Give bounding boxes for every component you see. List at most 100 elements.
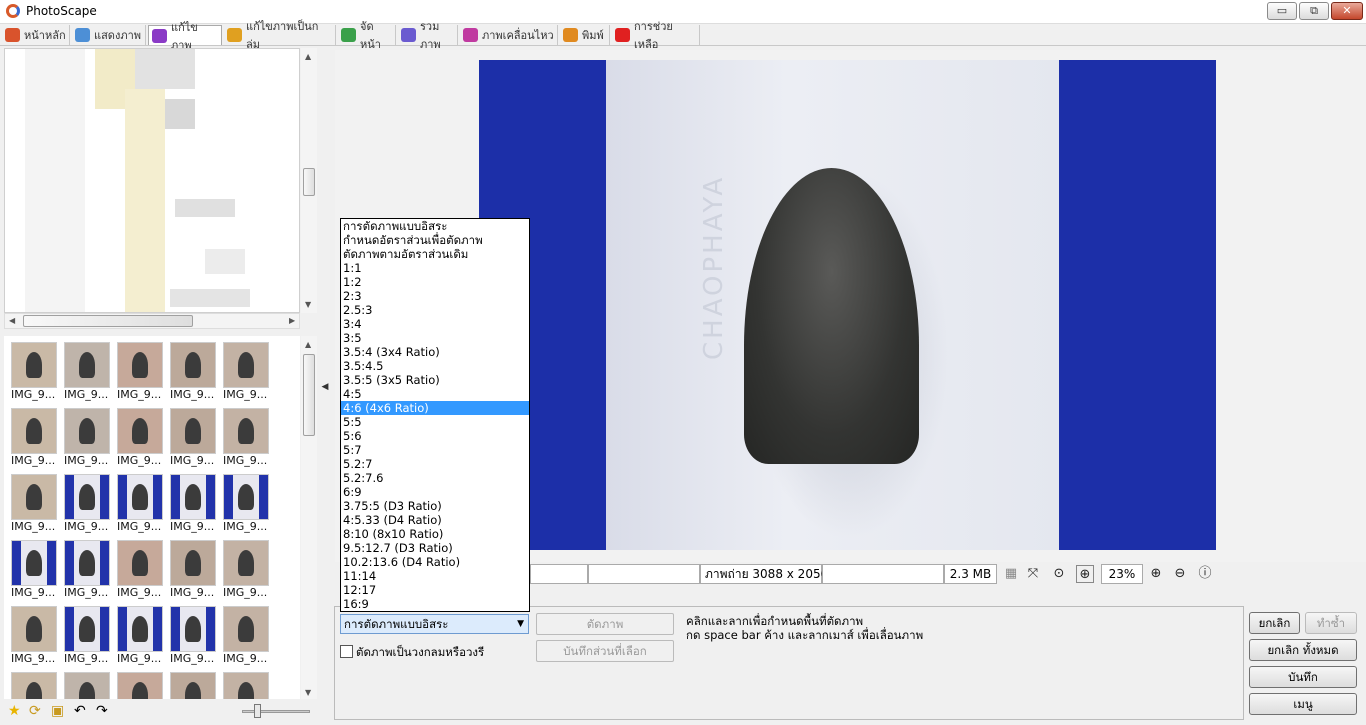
save-button[interactable]: บันทึก [1249,666,1357,688]
cancel-button[interactable]: ยกเลิก [1249,612,1300,634]
crop-option[interactable]: 4:5.33 (D4 Ratio) [341,513,529,527]
scroll-thumb[interactable] [303,354,315,436]
refresh-folder-icon[interactable]: ⟳ [29,703,41,719]
crop-option[interactable]: การตัดภาพแบบอิสระ [341,219,529,233]
menu-button[interactable]: เมนู [1249,693,1357,715]
thumbnail-item[interactable] [117,668,165,699]
thumbnail-item[interactable]: IMG_9... [64,602,112,665]
chevron-down-icon[interactable]: ▼ [517,615,524,633]
tab-print[interactable]: พิมพ์ [560,25,610,45]
crop-option[interactable]: 5:5 [341,415,529,429]
tab-editor[interactable]: แก้ไขภาพ [148,21,222,52]
actual-size-icon[interactable]: ⊙ [1050,565,1068,583]
thumbnail-item[interactable] [64,668,112,699]
thumbnail-item[interactable]: IMG_9... [64,404,112,467]
thumbnail-item[interactable]: IMG_9... [170,602,218,665]
tab-home[interactable]: หน้าหลัก [2,25,70,45]
crop-option[interactable]: 12:17 [341,583,529,597]
thumbnail-item[interactable]: IMG_9... [64,470,112,533]
thumbnail-item[interactable]: IMG_9... [223,404,271,467]
maximize-button[interactable]: ⧉ [1299,2,1329,20]
crop-option[interactable]: 6:9 [341,485,529,499]
thumbnail-item[interactable]: IMG_9... [170,470,218,533]
thumbnail-item[interactable]: IMG_9... [11,470,59,533]
crop-option[interactable]: กำหนดอัตราส่วนเพื่อตัดภาพ [341,233,529,247]
thumbnail-item[interactable] [170,668,218,699]
thumbnail-scrollbar[interactable]: ▲ ▼ [301,336,317,699]
crop-ratio-dropdown[interactable]: การตัดภาพแบบอิสระ กำหนดอัตราส่วนเพื่อตัดภ… [340,218,530,612]
crop-option[interactable]: 8:10 (8x10 Ratio) [341,527,529,541]
main-photo[interactable]: CHAOPHAYA [479,60,1216,550]
scroll-up-icon[interactable]: ▲ [305,52,311,61]
crop-option[interactable]: 1:1 [341,261,529,275]
thumbnail-item[interactable]: IMG_9... [11,536,59,599]
thumbnail-item[interactable]: IMG_9... [170,404,218,467]
tab-viewer[interactable]: แสดงภาพ [72,25,146,45]
thumbnail-item[interactable]: IMG_9... [117,470,165,533]
zoom-fit-icon[interactable]: ⊕ [1076,565,1094,583]
scroll-thumb[interactable] [23,315,193,327]
undo-arrow-icon[interactable]: ↶ [74,703,86,719]
crop-option[interactable]: 3.75:5 (D3 Ratio) [341,499,529,513]
collapse-panel-button[interactable]: ◀ [318,372,332,402]
save-selection-button[interactable]: บันทึกส่วนที่เลือก [536,640,674,662]
scroll-down-icon[interactable]: ▼ [305,300,311,309]
scroll-down-icon[interactable]: ▼ [305,688,311,697]
crop-option[interactable]: 5.2:7 [341,457,529,471]
crop-mode-select[interactable]: การตัดภาพแบบอิสระ ▼ [340,614,529,634]
thumbnail-item[interactable]: IMG_9... [11,404,59,467]
thumbnail-item[interactable]: IMG_9... [117,536,165,599]
crop-option[interactable]: 16:9 [341,597,529,611]
cancel-all-button[interactable]: ยกเลิก ทั้งหมด [1249,639,1357,661]
thumbnail-item[interactable]: IMG_9... [223,338,271,401]
tab-batch-editor[interactable]: แก้ไขภาพเป็นกลุ่ม [224,20,336,51]
redo-button[interactable]: ทำซ้ำ [1305,612,1357,634]
crop-option[interactable]: 3.5:4 (3x4 Ratio) [341,345,529,359]
thumbnail-item[interactable] [11,668,59,699]
open-folder-icon[interactable]: ▣ [51,703,64,719]
thumbnail-item[interactable]: IMG_9... [11,338,59,401]
crop-option[interactable]: 5.2:7.6 [341,471,529,485]
zoom-in-icon[interactable]: ⊕ [1147,565,1165,583]
tab-help[interactable]: การช่วยเหลือ [612,20,700,51]
thumbnail-item[interactable]: IMG_9... [64,338,112,401]
circle-crop-checkbox[interactable] [340,645,353,658]
scroll-thumb[interactable] [303,168,315,196]
thumbnail-item[interactable]: IMG_9... [117,602,165,665]
crop-button[interactable]: ตัดภาพ [536,613,674,635]
crop-option[interactable]: 9.5:12.7 (D3 Ratio) [341,541,529,555]
crop-option[interactable]: 2:3 [341,289,529,303]
thumbnail-size-slider[interactable] [242,710,310,713]
thumbnail-item[interactable]: IMG_9... [223,470,271,533]
thumbnail-item[interactable]: IMG_9... [223,602,271,665]
crop-option[interactable]: 4:6 (4x6 Ratio) [341,401,529,415]
slider-handle[interactable] [254,704,261,718]
crop-option[interactable]: ตัดภาพตามอัตราส่วนเดิม [341,247,529,261]
redo-arrow-icon[interactable]: ↷ [96,703,108,719]
thumbnail-item[interactable]: IMG_9... [11,602,59,665]
thumbnail-item[interactable]: IMG_9... [117,338,165,401]
crop-option[interactable]: 2.5:3 [341,303,529,317]
crop-option[interactable]: 4:5 [341,387,529,401]
crop-option[interactable]: 10.2:13.6 (D4 Ratio) [341,555,529,569]
star-icon[interactable]: ★ [8,703,21,719]
thumbnail-item[interactable]: IMG_9... [117,404,165,467]
crop-option[interactable]: 3:5 [341,331,529,345]
thumbnail-item[interactable]: IMG_9... [170,338,218,401]
crop-option[interactable]: 5:6 [341,429,529,443]
tab-gif[interactable]: ภาพเคลื่อนไหว [460,25,558,45]
folder-tree[interactable] [4,48,300,313]
thumbnail-item[interactable]: IMG_9... [170,536,218,599]
scroll-up-icon[interactable]: ▲ [305,340,311,349]
zoom-out-icon[interactable]: ⊖ [1171,565,1189,583]
crop-option[interactable]: 3:4 [341,317,529,331]
crop-option[interactable]: 3.5:4.5 [341,359,529,373]
scroll-right-icon[interactable]: ▶ [289,316,295,325]
minimize-button[interactable]: ▭ [1267,2,1297,20]
info-icon[interactable]: ⓘ [1196,565,1214,583]
thumbnail-item[interactable] [223,668,271,699]
checker-background-icon[interactable]: ▦ [1002,565,1020,583]
crop-option[interactable]: 3.5:5 (3x5 Ratio) [341,373,529,387]
thumbnail-item[interactable]: IMG_9... [223,536,271,599]
fit-screen-icon[interactable]: ⤧ [1024,565,1042,583]
